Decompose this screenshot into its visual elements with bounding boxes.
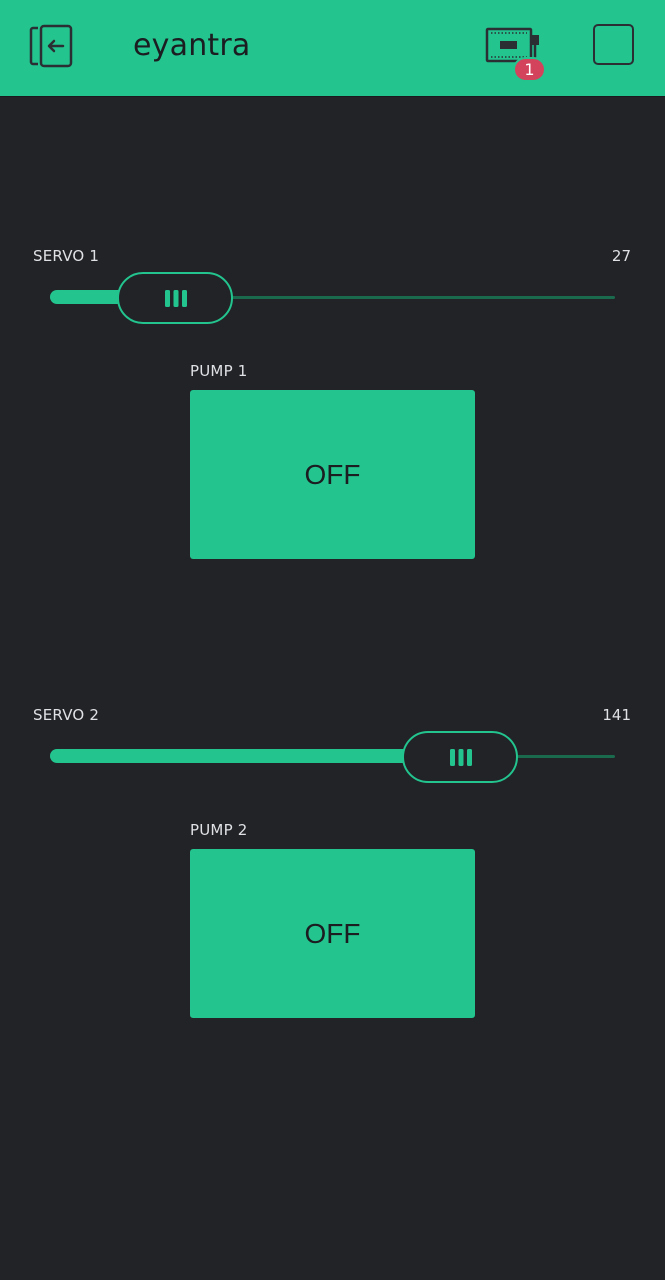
servo2-value: 141 — [602, 706, 631, 724]
stop-square-icon[interactable] — [593, 24, 634, 65]
servo2-slider[interactable] — [50, 731, 615, 783]
pump1-state: OFF — [304, 459, 361, 490]
servo1-label: SERVO 1 — [33, 247, 100, 265]
top-bar: eyantra 1 — [0, 0, 665, 96]
slider-fill — [50, 749, 460, 763]
grip-icon — [449, 749, 472, 766]
project-title: eyantra — [133, 28, 251, 63]
back-to-projects-icon[interactable] — [28, 24, 74, 68]
pump2-label: PUMP 2 — [190, 821, 248, 839]
servo1-slider[interactable] — [50, 272, 615, 324]
pump2-button[interactable]: OFF — [190, 849, 475, 1018]
pump1-label: PUMP 1 — [190, 362, 248, 380]
pump1-button[interactable]: OFF — [190, 390, 475, 559]
slider-handle[interactable] — [401, 731, 518, 783]
grip-icon — [165, 290, 188, 307]
notification-badge[interactable]: 1 — [513, 57, 546, 82]
slider-handle[interactable] — [117, 272, 234, 324]
servo1-value: 27 — [611, 247, 631, 265]
pump2-state: OFF — [304, 918, 361, 949]
servo2-label: SERVO 2 — [33, 706, 100, 724]
